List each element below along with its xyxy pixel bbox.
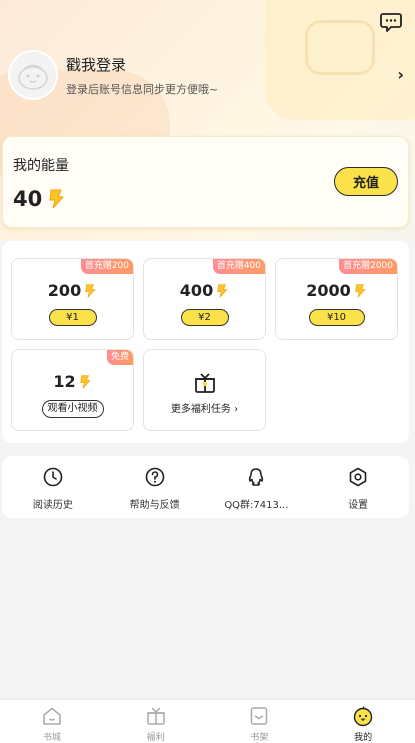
tab-label: 书城 xyxy=(42,733,61,743)
tab-label: 书架 xyxy=(250,733,269,743)
first-recharge-tag: 首充赠400 xyxy=(212,259,265,274)
menu-qq-group[interactable]: QQ群:7413... xyxy=(206,456,308,518)
energy-label: 我的能量 xyxy=(13,158,69,174)
tab-mine[interactable]: 我的 xyxy=(311,700,415,743)
chevron-right-icon: › xyxy=(397,65,404,84)
question-circle-icon xyxy=(145,467,164,487)
menu-help-feedback[interactable]: 帮助与反馈 xyxy=(104,456,206,518)
energy-value: 40 xyxy=(13,187,43,211)
gift-box-icon xyxy=(146,707,165,725)
pack-amount-value: 400 xyxy=(179,281,214,300)
pack-amount-value: 2000 xyxy=(306,281,351,300)
first-recharge-tag: 首充赠200 xyxy=(80,259,133,274)
recharge-pack-400[interactable]: 首充赠400 400 ¥2 xyxy=(143,258,266,340)
quick-menu: 阅读历史 帮助与反馈 QQ群:7413... 设置 xyxy=(2,456,409,518)
energy-bolt-icon xyxy=(355,283,366,298)
clock-history-icon xyxy=(43,467,63,487)
watch-video-button[interactable]: 观看小视频 xyxy=(41,400,104,418)
menu-label: 阅读历史 xyxy=(32,500,73,511)
menu-reading-history[interactable]: 阅读历史 xyxy=(2,456,104,518)
energy-balance: 40 xyxy=(13,187,66,211)
pack-price-button[interactable]: ¥2 xyxy=(180,309,229,326)
menu-settings[interactable]: 设置 xyxy=(307,456,409,518)
recharge-pack-200[interactable]: 首充赠200 200 ¥1 xyxy=(11,258,134,340)
tab-welfare[interactable]: 福利 xyxy=(104,700,208,743)
pack-amount: 2000 xyxy=(276,281,397,300)
chat-bubble-icon xyxy=(380,13,402,32)
qq-icon xyxy=(249,468,264,486)
profile-login-row[interactable]: 戳我登录 登录后账号信息同步更方便哦~ › xyxy=(8,47,408,103)
bookshelf-icon xyxy=(251,707,268,725)
chick-face-icon xyxy=(353,706,373,727)
energy-bolt-icon xyxy=(80,374,91,389)
hexagon-settings-icon xyxy=(349,467,367,487)
recharge-button[interactable]: 充值 xyxy=(334,167,398,196)
energy-bolt-icon xyxy=(217,283,228,298)
pack-amount: 200 xyxy=(12,281,133,300)
tab-label: 福利 xyxy=(146,733,165,743)
free-video-pack[interactable]: 免费 12 观看小视频 xyxy=(11,349,134,431)
default-avatar-icon xyxy=(18,64,48,90)
energy-card: 我的能量 40 充值 xyxy=(2,136,409,228)
energy-bolt-icon xyxy=(49,189,65,209)
energy-bolt-icon xyxy=(85,283,96,298)
pack-amount-value: 12 xyxy=(53,372,76,391)
recharge-pack-2000[interactable]: 首充赠2000 2000 ¥10 xyxy=(275,258,398,340)
recharge-packs-panel: 首充赠200 200 ¥1 首充赠400 400 ¥2 首充赠2000 2000… xyxy=(2,241,409,443)
pack-price-button[interactable]: ¥10 xyxy=(308,309,365,326)
avatar[interactable] xyxy=(8,50,58,100)
more-tasks-label: 更多福利任务 › xyxy=(170,403,239,415)
menu-label: 设置 xyxy=(348,500,369,511)
login-subtitle: 登录后账号信息同步更方便哦~ xyxy=(66,82,219,96)
tab-bookstore[interactable]: 书城 xyxy=(0,700,104,743)
tab-bookshelf[interactable]: 书架 xyxy=(208,700,312,743)
tab-label: 我的 xyxy=(354,733,373,743)
pack-amount: 12 xyxy=(12,372,133,391)
free-tag: 免费 xyxy=(106,350,133,365)
more-tasks-card[interactable]: 更多福利任务 › xyxy=(143,349,266,431)
gift-icon xyxy=(194,372,215,393)
first-recharge-tag: 首充赠2000 xyxy=(339,259,397,274)
pack-amount-value: 200 xyxy=(47,281,82,300)
message-button[interactable] xyxy=(379,10,403,34)
pack-price-button[interactable]: ¥1 xyxy=(48,309,97,326)
login-title: 戳我登录 xyxy=(66,55,127,74)
bottom-tab-bar: 书城 福利 书架 我的 xyxy=(0,699,415,743)
menu-label: 帮助与反馈 xyxy=(129,500,180,511)
house-icon xyxy=(43,707,61,725)
menu-label: QQ群:7413... xyxy=(224,500,289,511)
pack-amount: 400 xyxy=(144,281,265,300)
